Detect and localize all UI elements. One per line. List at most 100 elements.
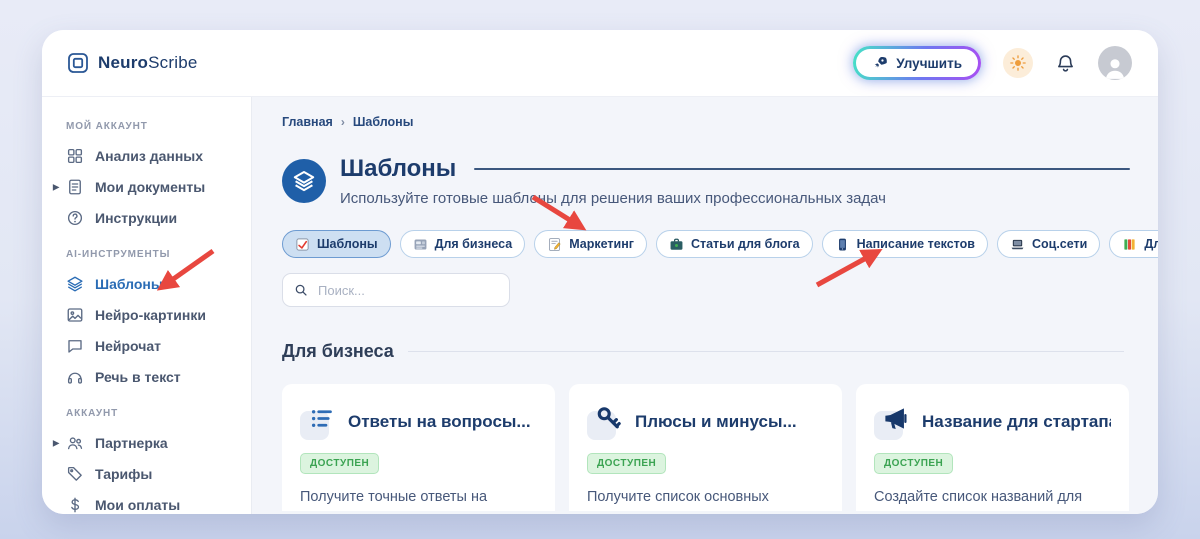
phone-icon [835,237,850,252]
buscard-icon [413,237,428,252]
breadcrumb-separator: › [340,115,345,129]
sidebar-item-headphones[interactable]: Речь в текст [42,361,251,392]
sidebar-item-label: Анализ данных [95,147,204,164]
status-badge: ДОСТУПЕН [587,453,667,474]
sidebar-item-label: Нейро-картинки [95,306,206,323]
sidebar-item-chat[interactable]: Нейрочат [42,330,251,361]
sidebar-item-label: Шаблоны [95,275,163,292]
template-card[interactable]: Ответы на вопросы... ДОСТУПЕН Получите т… [282,384,555,511]
laptop-icon [1010,237,1025,252]
notifications-button[interactable] [1055,53,1076,74]
sidebar-section-title: AI-ИНСТРУМЕНТЫ [66,249,171,260]
breadcrumb: Главная › Шаблоны [282,115,1158,129]
avatar[interactable] [1098,46,1132,80]
chip-label: Для товаров [1144,237,1158,251]
expand-caret-icon[interactable]: ▶ [53,182,59,191]
template-cards: Ответы на вопросы... ДОСТУПЕН Получите т… [282,384,1158,511]
top-bar: NeuroScribe Улучшить [42,30,1158,97]
upgrade-button[interactable]: Улучшить [853,46,981,80]
megaphone-icon [874,404,910,440]
section-rule [407,350,1124,353]
template-card[interactable]: Плюсы и минусы... ДОСТУПЕН Получите спис… [569,384,842,511]
title-rule [474,168,1130,170]
filter-chip-checkbox[interactable]: Шаблоны [282,230,391,258]
filter-chip-memo[interactable]: Маркетинг [534,230,647,258]
card-description: Создайте список названий для [874,489,1083,505]
sidebar-item-label: Мои оплаты [95,496,181,513]
sidebar-item-label: Тарифы [95,465,153,482]
rocket-icon [874,56,888,68]
theme-toggle[interactable] [1003,48,1033,78]
page-icon-circle [282,159,326,203]
search-input[interactable] [316,281,498,299]
sidebar-item-grid[interactable]: Анализ данных [42,140,251,171]
search-box [282,273,510,307]
header-actions: Улучшить [853,46,1132,80]
sidebar-section-title: МОЙ АККАУНТ [66,121,148,132]
app-window: NeuroScribe Улучшить МОЙ АККАУНТ Анализ … [42,30,1158,514]
sidebar-item-image[interactable]: Нейро-картинки [42,299,251,330]
app-canvas: NeuroScribe Улучшить МОЙ АККАУНТ Анализ … [0,0,1200,539]
status-badge: ДОСТУПЕН [874,453,954,474]
card-header: Плюсы и минусы... [587,404,824,440]
chip-label: Для бизнеса [434,237,513,251]
expand-caret-icon[interactable]: ▶ [53,438,59,447]
sidebar-section-title: АККАУНТ [66,408,119,419]
page-header: Шаблоны Используйте готовые шаблоны для … [282,155,1158,207]
memo-icon [547,237,562,252]
search-icon [295,284,307,296]
sidebar-item-tag[interactable]: Тарифы [42,458,251,489]
document-icon [66,178,84,196]
sidebar-item-label: Нейрочат [95,337,162,354]
sidebar-item-label: Речь в текст [95,368,181,385]
breadcrumb-current[interactable]: Шаблоны [353,115,414,129]
dollar-icon [66,496,84,514]
filter-chip-books[interactable]: Для товаров [1109,230,1158,258]
app-body: МОЙ АККАУНТ Анализ данных ▶ Мои документы Ин… [42,97,1158,514]
sidebar-item-document[interactable]: ▶ Мои документы [42,171,251,202]
image-icon [66,306,84,324]
sidebar: МОЙ АККАУНТ Анализ данных ▶ Мои документы Ин… [42,97,252,514]
filter-chip-buscard[interactable]: Для бизнеса [399,230,526,258]
logo-text: NeuroScribe [98,53,198,72]
tag-icon [66,465,84,483]
user-icon [1105,59,1125,79]
chip-label: Соц.сети [1031,237,1088,251]
briefcase-icon [669,237,684,252]
card-header: Название для стартапа [874,404,1111,440]
card-title: Ответы на вопросы... [348,412,531,431]
chip-label: Статьи для блога [690,237,800,251]
chip-label: Шаблоны [317,237,378,251]
sun-icon [1010,55,1026,71]
filter-chips: Шаблоны Для бизнеса Маркетинг Статьи для бл… [282,230,1158,258]
upgrade-label: Улучшить [896,55,962,71]
card-header: Ответы на вопросы... [300,404,537,440]
page-title: Шаблоны [340,155,457,182]
breadcrumb-home[interactable]: Главная [282,115,333,129]
status-badge: ДОСТУПЕН [300,453,380,474]
sidebar-item-layers[interactable]: Шаблоны [42,268,251,299]
section-title: Для бизнеса [282,341,394,361]
bell-icon [1058,54,1073,72]
sidebar-item-people[interactable]: ▶ Партнерка [42,427,251,458]
layers-icon [66,275,84,293]
help-icon [66,209,84,227]
layers-icon [293,171,315,192]
sidebar-item-dollar[interactable]: Мои оплаты [42,489,251,514]
card-description: Получите точные ответы на [300,489,488,505]
section-header: Для бизнеса [282,341,1158,362]
list-icon [300,404,336,440]
logo-icon [68,53,88,73]
logo[interactable]: NeuroScribe [66,51,198,75]
filter-chip-phone[interactable]: Написание текстов [821,230,988,258]
key-icon [587,404,623,440]
filter-chip-laptop[interactable]: Соц.сети [996,230,1101,258]
people-icon [66,434,84,452]
checkbox-icon [295,237,310,252]
filter-chip-briefcase[interactable]: Статьи для блога [655,230,813,258]
template-card[interactable]: Название для стартапа ДОСТУПЕН Создайте … [856,384,1129,511]
headphones-icon [66,368,84,386]
sidebar-item-help[interactable]: Инструкции [42,202,251,233]
page-subtitle: Используйте готовые шаблоны для решения … [340,190,886,207]
sidebar-item-label: Инструкции [95,209,178,226]
